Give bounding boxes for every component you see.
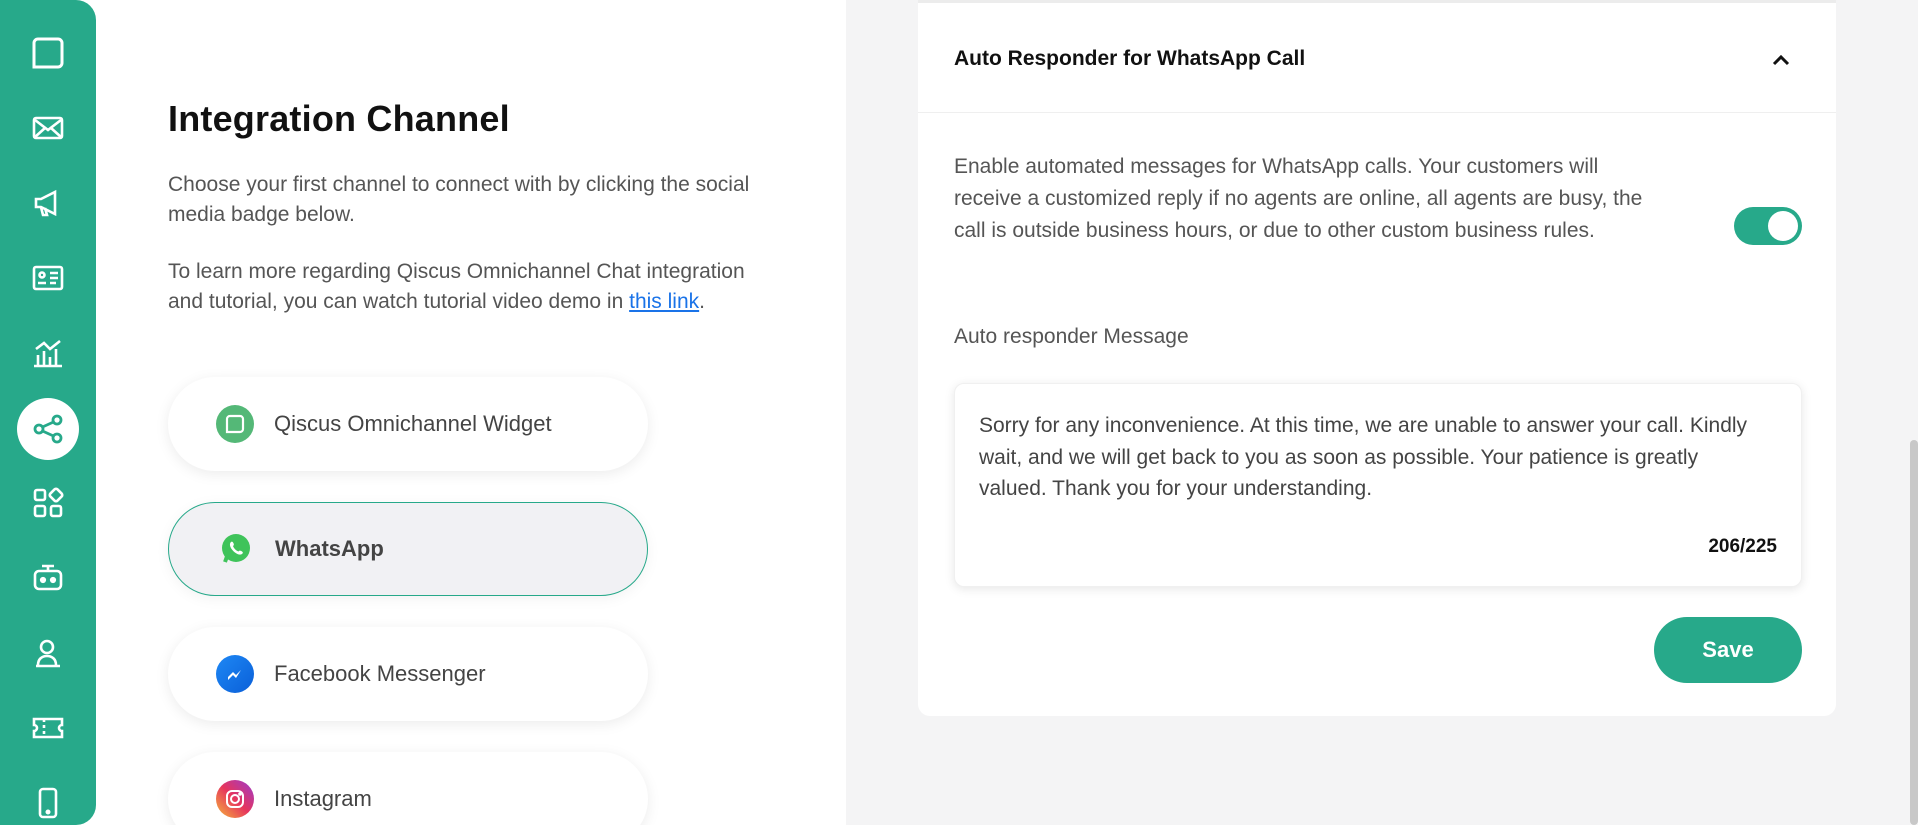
chevron-up-icon[interactable]: [1768, 47, 1794, 73]
whatsapp-icon: [217, 530, 255, 568]
auto-responder-message-input[interactable]: Sorry for any inconvenience. At this tim…: [954, 383, 1802, 587]
apps-grid-icon[interactable]: [17, 472, 79, 534]
tutorial-link[interactable]: this link: [629, 290, 699, 313]
channel-instagram[interactable]: Instagram: [168, 752, 648, 825]
analytics-chart-icon[interactable]: [17, 322, 79, 384]
ticket-icon[interactable]: [17, 697, 79, 759]
chat-bubble-logo-icon[interactable]: [17, 22, 79, 84]
channel-label: Qiscus Omnichannel Widget: [274, 411, 552, 436]
auto-responder-card: Auto Responder for WhatsApp Call Enable …: [918, 0, 1836, 716]
integration-channel-panel: Integration Channel Choose your first ch…: [96, 0, 942, 825]
share-integration-icon[interactable]: [17, 398, 79, 460]
contact-card-icon[interactable]: [17, 247, 79, 309]
qiscus-icon: [216, 405, 254, 443]
tutorial-suffix: .: [699, 289, 705, 313]
messenger-icon: [216, 655, 254, 693]
save-button[interactable]: Save: [1654, 617, 1802, 683]
message-text[interactable]: Sorry for any inconvenience. At this tim…: [979, 410, 1769, 505]
megaphone-icon[interactable]: [17, 172, 79, 234]
page-title: Integration Channel: [168, 98, 510, 139]
channel-whatsapp[interactable]: WhatsApp: [168, 502, 648, 596]
auto-responder-toggle[interactable]: [1734, 207, 1802, 245]
channel-label: WhatsApp: [275, 536, 384, 561]
intro-description: Choose your first channel to connect wit…: [168, 173, 750, 226]
character-count: 206/225: [1708, 536, 1777, 557]
card-title: Auto Responder for WhatsApp Call: [954, 47, 1306, 70]
message-label: Auto responder Message: [954, 325, 1189, 348]
auto-responder-description: Enable automated messages for WhatsApp c…: [954, 155, 1643, 242]
mail-icon[interactable]: [17, 97, 79, 159]
tutorial-description: To learn more regarding Qiscus Omnichann…: [168, 257, 758, 316]
channel-qiscus-widget[interactable]: Qiscus Omnichannel Widget: [168, 377, 648, 471]
right-scrollbar[interactable]: [1910, 440, 1918, 825]
bot-icon[interactable]: [17, 547, 79, 609]
channel-facebook-messenger[interactable]: Facebook Messenger: [168, 627, 648, 721]
settings-area: Auto Responder for WhatsApp Call Enable …: [846, 0, 1918, 825]
agent-icon[interactable]: [17, 622, 79, 684]
channel-label: Facebook Messenger: [274, 661, 486, 686]
instagram-icon: [216, 780, 254, 818]
channel-label: Instagram: [274, 786, 372, 811]
card-header[interactable]: Auto Responder for WhatsApp Call: [918, 3, 1836, 113]
toggle-knob: [1768, 211, 1798, 241]
sidebar-nav: [0, 0, 96, 825]
mobile-phone-icon[interactable]: [17, 772, 79, 825]
